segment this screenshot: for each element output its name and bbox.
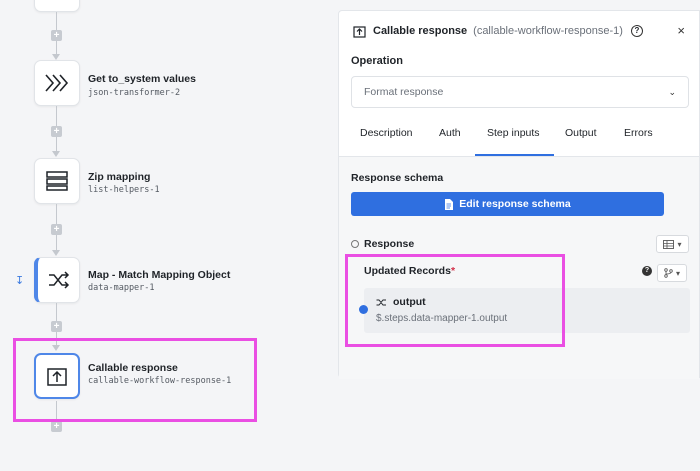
response-label: Response: [364, 238, 415, 250]
chevron-down-icon: ⌄: [668, 87, 676, 97]
caret-down-icon: ▾: [675, 268, 680, 278]
edit-button-label: Edit response schema: [459, 198, 571, 210]
operation-value: Format response: [364, 86, 444, 98]
connector-arrow: [52, 151, 60, 157]
caret-down-icon: ▾: [677, 239, 682, 249]
connector-line: [56, 204, 57, 224]
shuffle-icon: [48, 271, 69, 289]
node-subtitle: list-helpers-1: [88, 185, 160, 195]
node-title: Map - Match Mapping Object: [88, 269, 231, 281]
tab-output[interactable]: Output: [565, 127, 597, 139]
edit-response-schema-button[interactable]: Edit response schema: [351, 192, 664, 216]
response-schema-label: Response schema: [351, 172, 444, 184]
connector-line: [56, 235, 57, 251]
connector-line: [56, 303, 57, 321]
branch-icon: [664, 268, 673, 278]
node-subtitle: json-transformer-2: [88, 88, 181, 98]
operation-select[interactable]: Format response ⌄: [351, 76, 689, 108]
add-step-button[interactable]: +: [51, 421, 62, 432]
info-icon[interactable]: ?: [642, 266, 652, 276]
tab-auth[interactable]: Auth: [439, 127, 461, 139]
tab-bar: Description Auth Step inputs Output Erro…: [339, 119, 699, 157]
add-step-button[interactable]: +: [51, 126, 62, 137]
upload-box-icon: [353, 25, 366, 38]
help-icon[interactable]: ?: [630, 25, 643, 37]
list-icon: [46, 171, 68, 191]
connector-line: [56, 137, 57, 152]
tab-step-inputs[interactable]: Step inputs: [487, 127, 540, 139]
operation-label: Operation: [351, 55, 403, 67]
tab-description[interactable]: Description: [360, 127, 413, 139]
workflow-node-json-transformer[interactable]: [34, 60, 80, 106]
add-step-button[interactable]: +: [51, 224, 62, 235]
triple-chevron-icon: [45, 74, 69, 92]
workflow-node-previous[interactable]: [34, 0, 80, 12]
panel-step-id: (callable-workflow-response-1): [473, 25, 623, 37]
connector-arrow: [52, 250, 60, 256]
view-toggle-button[interactable]: ▾: [656, 235, 689, 253]
panel-header: Callable response (callable-workflow-res…: [339, 11, 699, 51]
connector-line: [56, 41, 57, 55]
connector-line: [56, 106, 57, 126]
active-tab-indicator: [475, 154, 554, 156]
collapse-icon[interactable]: ↧: [15, 274, 24, 287]
panel-title: Callable response: [373, 25, 468, 37]
response-row[interactable]: Response: [351, 238, 414, 250]
add-step-button[interactable]: +: [51, 321, 62, 332]
tab-errors[interactable]: Errors: [624, 127, 653, 139]
node-title: Get to_system values: [88, 73, 196, 85]
node-subtitle: data-mapper-1: [88, 283, 155, 293]
highlight-box: [345, 254, 565, 347]
add-step-button[interactable]: +: [51, 30, 62, 41]
workflow-node-data-mapper[interactable]: [34, 257, 80, 303]
workflow-canvas: + Get to_system values json-transformer-…: [0, 0, 330, 471]
highlight-box: [13, 338, 257, 422]
node-title: Zip mapping: [88, 171, 151, 183]
variable-type-button[interactable]: ▾: [657, 264, 687, 282]
close-icon[interactable]: ×: [677, 23, 685, 38]
workflow-node-zip-mapping[interactable]: [34, 158, 80, 204]
table-icon: [663, 239, 675, 249]
radio-icon[interactable]: [351, 240, 359, 248]
document-icon: [445, 198, 454, 210]
connector-line: [56, 12, 57, 30]
